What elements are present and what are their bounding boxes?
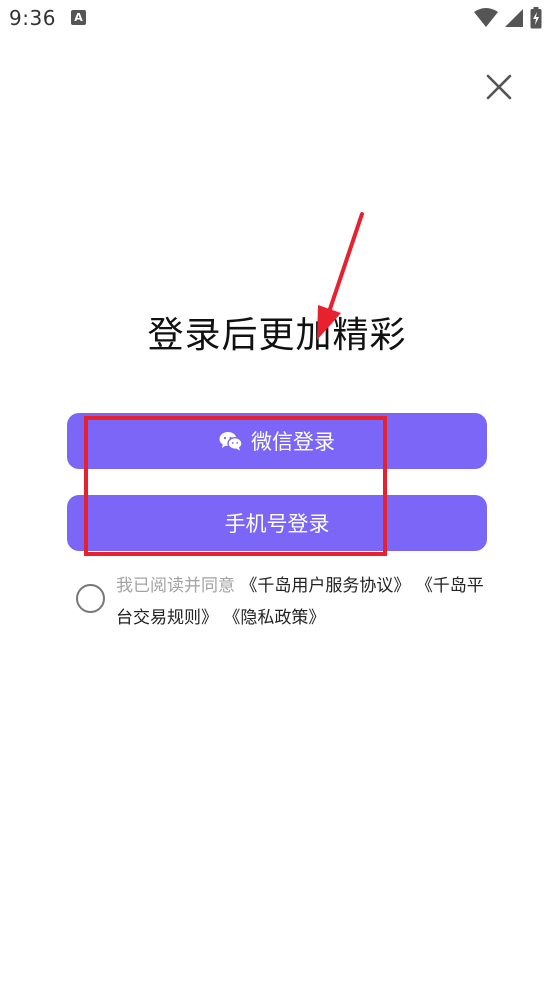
close-button[interactable] <box>484 72 514 102</box>
agreement-checkbox[interactable] <box>76 584 105 613</box>
agreement-prefix: 我已阅读并同意 <box>116 576 235 596</box>
wifi-icon <box>474 8 498 27</box>
annotation-arrow <box>317 212 364 340</box>
status-bar: 9:36 A <box>0 0 554 40</box>
phone-login-button[interactable]: 手机号登录 <box>67 495 487 551</box>
battery-icon <box>530 7 542 29</box>
agreement-text: 我已阅读并同意 《千岛用户服务协议》 《千岛平台交易规则》 《隐私政策》 <box>116 570 486 634</box>
phone-login-label: 手机号登录 <box>224 512 330 536</box>
close-icon <box>486 74 512 100</box>
wechat-login-label: 微信登录 <box>251 430 335 454</box>
signal-icon <box>505 9 523 27</box>
wechat-login-button[interactable]: 微信登录 <box>67 413 487 469</box>
status-time: 9:36 <box>9 6 56 30</box>
app-notification-icon: A <box>71 10 86 25</box>
wechat-icon <box>219 432 243 451</box>
page-title: 登录后更加精彩 <box>147 315 407 356</box>
user-service-agreement-link[interactable]: 《千岛用户服务协议》 <box>240 576 410 596</box>
status-indicators <box>474 7 542 29</box>
privacy-policy-link[interactable]: 《隐私政策》 <box>223 608 325 628</box>
